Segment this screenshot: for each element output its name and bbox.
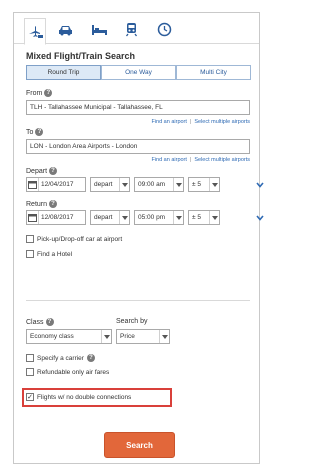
from-field[interactable]: TLH - Tallahassee Municipal - Tallahasse… <box>26 100 250 115</box>
trip-type-one-way[interactable]: One Way <box>101 65 176 80</box>
select-multiple-airports-link[interactable]: Select multiple airports <box>194 119 250 125</box>
mode-tabs <box>14 13 259 45</box>
return-time-select[interactable]: 05:00 pm <box>134 210 184 225</box>
return-label: Return ? <box>26 200 58 208</box>
specify-carrier-option[interactable]: Specify a carrier ? <box>26 354 95 362</box>
page-title: Mixed Flight/Train Search <box>26 51 136 61</box>
expand-chevron-icon[interactable] <box>255 181 265 189</box>
chevron-down-icon <box>173 178 183 191</box>
search-by-label: Search by <box>116 318 148 325</box>
hotel-bed-icon <box>91 24 107 35</box>
chevron-down-icon <box>119 211 129 224</box>
find-airport-link[interactable]: Find an airport <box>151 157 186 163</box>
tab-flight-hotel[interactable] <box>24 18 46 45</box>
depart-time-select[interactable]: 09:00 am <box>134 177 184 192</box>
calendar-icon[interactable] <box>27 211 39 224</box>
depart-label: Depart ? <box>26 167 58 175</box>
to-field[interactable]: LON - London Area Airports - London <box>26 139 250 154</box>
refundable-option[interactable]: Refundable only air fares <box>26 368 109 376</box>
car-icon <box>58 25 72 35</box>
find-hotel-checkbox[interactable] <box>26 250 34 258</box>
return-type-select[interactable]: depart <box>90 210 130 225</box>
class-label: Class ? <box>26 318 54 326</box>
return-date-field[interactable]: 12/08/2017 <box>26 210 86 225</box>
help-icon[interactable]: ? <box>86 354 95 362</box>
chevron-down-icon <box>159 330 169 343</box>
help-icon[interactable]: ? <box>49 167 58 175</box>
chevron-down-icon <box>173 211 183 224</box>
find-hotel-option[interactable]: Find a Hotel <box>26 250 72 258</box>
divider <box>26 300 250 301</box>
to-links: Find an airport | Select multiple airports <box>151 157 250 163</box>
help-icon[interactable]: ? <box>49 200 58 208</box>
help-icon[interactable]: ? <box>44 89 53 97</box>
depart-window-select[interactable]: ± 5 <box>188 177 220 192</box>
specify-carrier-checkbox[interactable] <box>26 354 34 362</box>
chevron-down-icon <box>209 178 219 191</box>
no-double-connections-checkbox[interactable]: ✓ <box>26 393 34 401</box>
no-double-connections-option[interactable]: ✓ Flights w/ no double connections <box>26 393 131 401</box>
refundable-checkbox[interactable] <box>26 368 34 376</box>
search-by-select[interactable]: Price <box>116 329 170 344</box>
tab-clock[interactable] <box>153 19 175 39</box>
tab-hotel[interactable] <box>88 19 110 39</box>
class-select[interactable]: Economy class <box>26 329 112 344</box>
pickup-dropoff-option[interactable]: Pick-up/Drop-off car at airport <box>26 235 122 243</box>
tab-car[interactable] <box>54 19 76 39</box>
from-label: From ? <box>26 89 53 97</box>
calendar-icon[interactable] <box>27 178 39 191</box>
select-multiple-airports-link[interactable]: Select multiple airports <box>194 157 250 163</box>
return-window-select[interactable]: ± 5 <box>188 210 220 225</box>
trip-type-round-trip[interactable]: Round Trip <box>26 65 101 80</box>
to-label: To ? <box>26 128 44 136</box>
find-airport-link[interactable]: Find an airport <box>151 119 186 125</box>
tab-train[interactable] <box>120 19 142 39</box>
chevron-down-icon <box>209 211 219 224</box>
depart-date-field[interactable]: 12/04/2017 <box>26 177 86 192</box>
from-links: Find an airport | Select multiple airports <box>151 119 250 125</box>
train-icon <box>125 22 137 36</box>
clock-icon <box>157 22 171 36</box>
trip-type-multi-city[interactable]: Multi City <box>176 65 251 80</box>
expand-chevron-icon[interactable] <box>255 214 265 222</box>
help-icon[interactable]: ? <box>45 318 54 326</box>
search-button[interactable]: Search <box>104 432 175 458</box>
help-icon[interactable]: ? <box>35 128 44 136</box>
pickup-dropoff-checkbox[interactable] <box>26 235 34 243</box>
depart-type-select[interactable]: depart <box>90 177 130 192</box>
flight-hotel-icon <box>28 26 43 38</box>
chevron-down-icon <box>101 330 111 343</box>
chevron-down-icon <box>119 178 129 191</box>
search-panel: Mixed Flight/Train Search Round Trip One… <box>13 12 264 464</box>
